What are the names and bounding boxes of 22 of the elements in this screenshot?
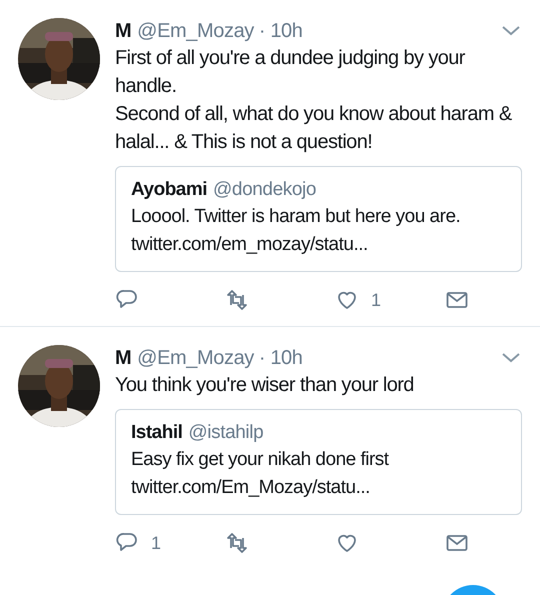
tweet-text: First of all you're a dundee judging by your handle. Second of all, what do you know about haram & halal... & This is not a question! (115, 46, 513, 155)
caret-icon[interactable] (500, 351, 522, 365)
retweet-icon[interactable] (225, 531, 249, 555)
author-handle: @Em_Mozay (137, 346, 254, 371)
timestamp: · 10h (258, 19, 302, 44)
author-name: M (115, 346, 132, 371)
timestamp: · 10h (258, 346, 302, 371)
quoted-tweet-text: Easy fix get your nikah done first twitter.com/Em_Mozay/statu... (131, 448, 390, 500)
author-handle: @Em_Mozay (137, 19, 254, 44)
author-name: M (115, 19, 132, 44)
quoted-author-name: Istahil (131, 421, 182, 445)
count-label: 1 (151, 532, 162, 554)
count-label: 1 (371, 290, 382, 310)
tweet-text: You think you're wiser than your lord (115, 373, 415, 398)
quoted-author-handle: @istahilp (188, 421, 264, 445)
quoted-tweet[interactable]: Istahil @istahilp Easy fix get your nikah done first twitter.com/Em_Mozay/statu... (115, 409, 522, 515)
caret-icon[interactable] (500, 24, 522, 38)
quoted-tweet-text: Looool. Twitter is haram but here you are. twitter.com/em_mozay/statu... (131, 205, 462, 257)
retweet-icon[interactable] (225, 288, 249, 312)
quoted-author-name: Ayobami (131, 178, 208, 202)
quoted-tweet[interactable]: Ayobami @dondekojo Looool. Twitter is haram but here you are. twitter.com/em_mozay/statu... (115, 166, 522, 272)
quoted-author-handle: @dondekojo (213, 178, 316, 202)
